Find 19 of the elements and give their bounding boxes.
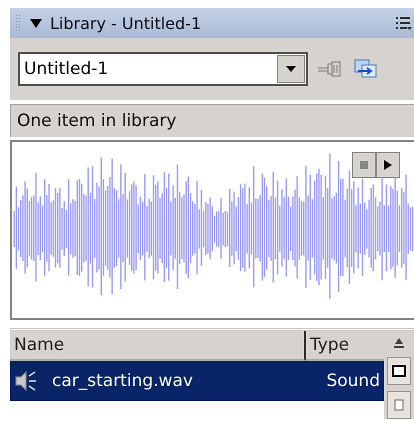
options-menu-icon[interactable]	[396, 16, 412, 30]
stop-icon	[360, 161, 368, 169]
sort-order-icon[interactable]	[392, 337, 406, 351]
dropdown-arrow-icon	[286, 66, 296, 72]
item-name: car_starting.wav	[52, 371, 193, 391]
collapse-arrow-icon[interactable]	[30, 18, 42, 28]
wide-view-icon	[392, 365, 406, 377]
item-count-label: One item in library	[10, 104, 414, 137]
document-dropdown[interactable]: Untitled-1	[18, 52, 308, 86]
panel-title: Library - Untitled-1	[50, 14, 202, 32]
play-icon	[384, 160, 392, 170]
narrow-view-icon	[394, 399, 404, 411]
new-library-panel-icon[interactable]	[354, 59, 378, 79]
library-item-row[interactable]: car_starting.wav Sound	[10, 361, 384, 401]
play-button[interactable]	[376, 152, 400, 178]
wide-view-button[interactable]	[387, 357, 411, 385]
narrow-view-button[interactable]	[387, 391, 411, 419]
item-type: Sound	[326, 371, 380, 391]
speaker-icon	[14, 370, 38, 392]
